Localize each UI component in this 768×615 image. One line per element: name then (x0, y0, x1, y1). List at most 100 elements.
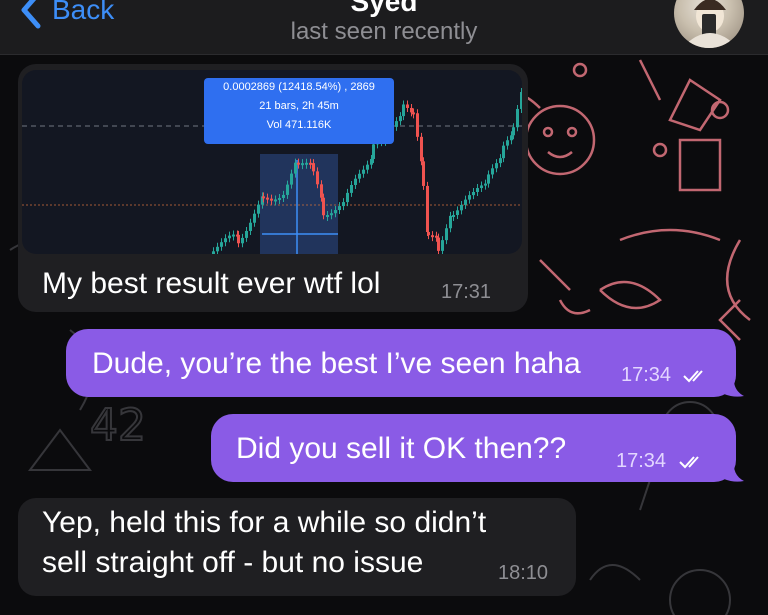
candle-body (294, 162, 297, 174)
message-text: Dude, you’re the best I’ve seen haha (92, 347, 581, 380)
message-text-line: Yep, held this for a while so didn’t (42, 506, 487, 539)
candle-body (445, 228, 448, 241)
candle-body (266, 197, 269, 200)
candle-body (395, 121, 398, 127)
candle-body (370, 158, 373, 165)
candle-body (316, 171, 319, 185)
svg-text:42: 42 (90, 400, 146, 451)
candle-body (472, 192, 475, 196)
candle-body (410, 107, 413, 113)
candle-body (286, 184, 289, 195)
chart-image[interactable]: 0.0002869 (12418.54%) , 2869 21 bars, 2h… (22, 70, 522, 254)
candle-body (372, 144, 375, 159)
candle-body (237, 234, 240, 244)
candle-body (232, 234, 235, 237)
candle-body (426, 185, 429, 233)
candle-body (427, 232, 430, 236)
candle-body (520, 92, 522, 109)
candle-body (322, 197, 325, 216)
message-time: 18:10 (498, 562, 549, 584)
candle-body (435, 235, 438, 238)
candle-body (212, 251, 215, 254)
candle-body (297, 162, 300, 165)
candle-body (512, 127, 515, 136)
candle-body (358, 173, 361, 179)
candle-body (346, 192, 349, 203)
candle-body (516, 108, 519, 128)
candle-body (420, 136, 423, 162)
candle-body (495, 163, 498, 169)
candle-body (241, 237, 244, 244)
candle-body (484, 183, 487, 186)
candle-body (362, 169, 365, 174)
candle-body (487, 174, 490, 184)
read-receipt-icon (679, 456, 699, 469)
candle-body (354, 178, 357, 186)
candle-body (301, 163, 304, 166)
candle-body (480, 185, 483, 189)
candle-body (464, 199, 467, 205)
candle-body (220, 242, 223, 247)
candle-body (406, 104, 409, 108)
candle-body (350, 185, 353, 193)
candle-body (334, 210, 337, 214)
candle-body (456, 210, 459, 216)
candle-body (312, 163, 315, 172)
chat-header: Back Syed last seen recently (0, 0, 768, 55)
candle-body (399, 116, 402, 122)
candle-body (274, 199, 277, 202)
bubble-tail (724, 374, 744, 397)
contact-status: last seen recently (290, 18, 478, 45)
candle-body (320, 184, 323, 198)
candle-body (437, 237, 440, 251)
candle-body (476, 188, 479, 193)
candle-body (282, 194, 285, 198)
candle-body (468, 195, 471, 200)
candle-body (228, 235, 231, 239)
candle-body (412, 112, 415, 115)
candle-body (416, 113, 419, 137)
candle-body (305, 162, 308, 165)
candle-body (499, 158, 502, 164)
message-time: 17:31 (441, 281, 492, 303)
candle-body (257, 204, 260, 214)
candle-body (309, 162, 312, 165)
candle-body (422, 161, 425, 186)
message-text: Did you sell it OK then?? (236, 432, 567, 465)
candle-body (253, 213, 256, 223)
bubble-tail (724, 459, 744, 482)
candle-body (330, 213, 333, 216)
candle-body (441, 240, 444, 251)
candle-body (366, 164, 369, 170)
candle-body (278, 197, 281, 200)
candle-body (270, 198, 273, 201)
candle-body (245, 230, 248, 238)
candle-body (338, 206, 341, 211)
message-time: 17:34 (616, 450, 667, 472)
chart-tooltip: 0.0002869 (12418.54%) , 2869 21 bars, 2h… (204, 78, 394, 144)
message-text-line: sell straight off - but no issue (42, 546, 424, 579)
candle-body (506, 140, 509, 146)
read-receipt-icon (683, 370, 703, 383)
candle-body (249, 222, 252, 231)
candle-body (449, 215, 452, 229)
candle-body (216, 246, 219, 252)
tooltip-volume: Vol 471.116K (266, 119, 332, 131)
candle-body (431, 235, 434, 238)
tooltip-bars: 21 bars, 2h 45m (259, 100, 339, 112)
tooltip-price: 0.0002869 (12418.54%) , 2869 (223, 81, 375, 93)
candle-body (510, 135, 513, 141)
candle-body (262, 196, 265, 199)
contact-name[interactable]: Syed (0, 0, 768, 18)
candle-body (224, 238, 227, 243)
message-time: 17:34 (621, 364, 672, 386)
candle-body (326, 214, 329, 217)
message-text: My best result ever wtf lol (42, 267, 381, 300)
candle-body (402, 104, 405, 117)
candle-body (290, 173, 293, 185)
candle-body (342, 202, 345, 207)
candle-body (452, 215, 455, 218)
candle-body (460, 204, 463, 211)
candle-body (502, 145, 505, 159)
candle-body (491, 168, 494, 175)
